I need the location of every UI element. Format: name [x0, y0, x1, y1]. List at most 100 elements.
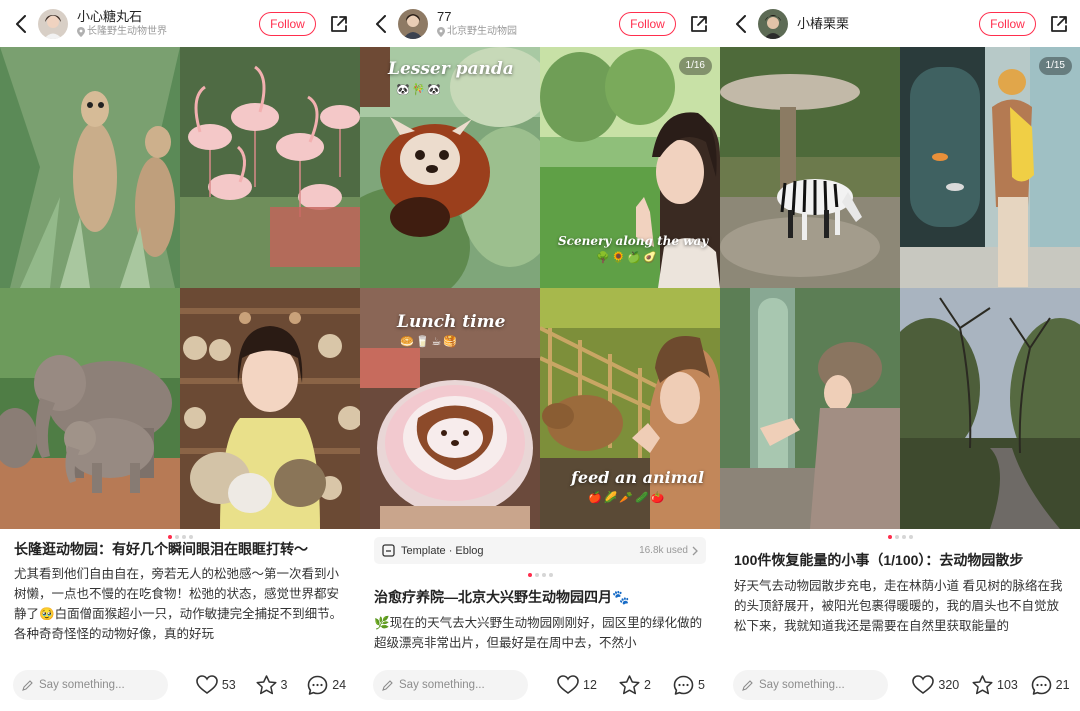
like-button[interactable]: 12	[557, 675, 597, 696]
avatar[interactable]	[398, 8, 428, 39]
user-name: 小心糖丸石	[77, 9, 143, 24]
post-image-collage[interactable]: 1/15	[720, 47, 1080, 529]
comment-placeholder: Say something...	[399, 679, 485, 691]
star-button[interactable]: 103	[972, 675, 1018, 696]
star-button[interactable]: 2	[619, 675, 651, 696]
user-info[interactable]: 小心糖丸石 长隆野生动物世界	[77, 9, 259, 38]
image-counter: 1/16	[678, 57, 712, 75]
photo-lunch-latte: Lunch time 🥯🥛☕🥞	[360, 288, 540, 529]
carousel-dot	[188, 535, 193, 539]
post-body: 好天气去动物园散步充电，走在林荫小道 看见树的脉络在我的头顶舒展开，被阳光包裹得…	[734, 579, 1063, 633]
post-header: 小心糖丸石 长隆野生动物世界 Follow	[0, 0, 360, 47]
template-bar[interactable]: Template · Eblog 16.8k used	[374, 537, 706, 564]
like-count: 53	[221, 678, 236, 692]
photo-selfie-scenery: 1/16 Scenery along the way 🌳🌻🍏🥑	[540, 47, 720, 288]
like-count: 320	[938, 678, 960, 692]
back-arrow-icon[interactable]	[370, 13, 392, 35]
back-arrow-icon[interactable]	[730, 13, 752, 35]
post-header: 小椿栗栗 Follow	[720, 0, 1080, 47]
post-image-collage[interactable]: Lesser panda 🐼🎋🐼 1/16 Scenery along the …	[360, 47, 720, 529]
template-used-count: 16.8k used	[639, 545, 688, 556]
location-pin-icon	[77, 26, 85, 37]
heart-icon	[557, 675, 579, 694]
follow-button[interactable]: Follow	[619, 11, 676, 36]
caption-emojis: 🐼🎋🐼	[396, 84, 444, 96]
caption-scenery: Scenery along the way	[558, 234, 709, 248]
carousel-dot-active	[887, 535, 892, 539]
photo-plush-toys	[180, 288, 360, 529]
user-location-text: 北京野生动物园	[447, 26, 517, 37]
image-counter: 1/15	[1038, 57, 1072, 75]
engagement-bar: Say something... 53 3 24	[0, 659, 360, 711]
like-button[interactable]: 53	[196, 675, 236, 696]
comment-input[interactable]: Say something...	[733, 670, 888, 700]
carousel-dots	[360, 573, 720, 577]
comment-icon	[307, 675, 328, 695]
comment-placeholder: Say something...	[39, 679, 125, 691]
share-icon[interactable]	[688, 13, 710, 35]
post-image-collage[interactable]	[0, 47, 360, 529]
star-count: 2	[644, 678, 651, 692]
avatar[interactable]	[38, 8, 68, 39]
carousel-dot	[534, 573, 539, 577]
like-button[interactable]: 320	[912, 675, 959, 696]
photo-forest-path	[900, 288, 1080, 529]
follow-button[interactable]: Follow	[979, 11, 1036, 36]
comment-button[interactable]: 21	[1031, 675, 1070, 696]
photo-girl-glass	[720, 288, 900, 529]
user-name: 77	[437, 9, 452, 24]
carousel-dot	[541, 573, 546, 577]
user-info[interactable]: 77 北京野生动物园	[437, 9, 619, 38]
back-arrow-icon[interactable]	[10, 13, 32, 35]
comment-input[interactable]: Say something...	[373, 670, 528, 700]
photo-flamingos	[180, 47, 360, 288]
pencil-icon	[22, 679, 33, 691]
star-count: 103	[997, 678, 1018, 692]
user-name: 小椿栗栗	[797, 15, 850, 31]
engagement-bar: Say something... 12 2 5	[360, 659, 720, 711]
user-location: 长隆野生动物世界	[77, 25, 259, 38]
photo-zebra	[720, 47, 900, 288]
heart-icon	[912, 675, 935, 694]
star-button[interactable]: 3	[255, 675, 288, 696]
comment-count: 24	[332, 678, 347, 692]
share-icon[interactable]	[328, 13, 350, 35]
engagement-bar: Say something... 320 103 21	[720, 659, 1080, 711]
comment-input[interactable]: Say something...	[13, 670, 168, 700]
comment-icon	[1031, 675, 1051, 695]
comment-icon	[673, 675, 694, 695]
photo-meerkats	[0, 47, 180, 288]
template-label: Template · Eblog	[401, 544, 484, 557]
photo-aquarium: 1/15	[900, 47, 1080, 288]
comment-button[interactable]: 24	[307, 675, 346, 696]
pencil-icon	[382, 679, 393, 691]
user-location-text: 长隆野生动物世界	[87, 26, 167, 37]
star-icon	[972, 675, 993, 695]
post-panel-3: 小心糖丸石 长隆野生动物世界 Follow 长隆逛动物园：有好几个瞬间眼泪在眼眶…	[0, 0, 360, 711]
location-pin-icon	[437, 26, 445, 37]
like-count: 12	[583, 678, 597, 692]
carousel-dot-active	[527, 573, 532, 577]
comment-button[interactable]: 5	[673, 675, 705, 696]
post-body: 🌿现在的天气去大兴野生动物园刚刚好，园区里的绿化做的超级漂亮非常出片，但最好是在…	[374, 616, 703, 650]
pencil-icon	[742, 679, 753, 691]
caption-lunch: Lunch time	[397, 312, 506, 332]
carousel-dot	[548, 573, 553, 577]
caption-feed-animal: feed an animal	[571, 468, 705, 487]
caption-emojis: 🍎🌽🥕🥒🍅	[588, 492, 667, 504]
follow-button[interactable]: Follow	[259, 11, 316, 36]
post-title: 治愈疗养院—北京大兴野生动物园四月🐾	[374, 589, 630, 605]
photo-elephants	[0, 288, 180, 529]
share-icon[interactable]	[1048, 13, 1070, 35]
post-body: 尤其看到他们自由自在，旁若无人的松弛感～第一次看到小树懒，一点也不慢的在吃食物！…	[14, 567, 343, 641]
carousel-dot	[908, 535, 913, 539]
star-icon	[255, 675, 277, 695]
comment-count: 5	[698, 678, 705, 692]
photo-lesser-panda: Lesser panda 🐼🎋🐼	[360, 47, 540, 288]
post-panel-1: 77 北京野生动物园 Follow Lesser panda 🐼🎋🐼 1/16 …	[360, 0, 720, 711]
user-info[interactable]: 小椿栗栗	[797, 16, 979, 32]
comment-count: 21	[1055, 678, 1070, 692]
avatar[interactable]	[758, 8, 788, 39]
star-count: 3	[280, 678, 288, 692]
carousel-dot	[894, 535, 899, 539]
